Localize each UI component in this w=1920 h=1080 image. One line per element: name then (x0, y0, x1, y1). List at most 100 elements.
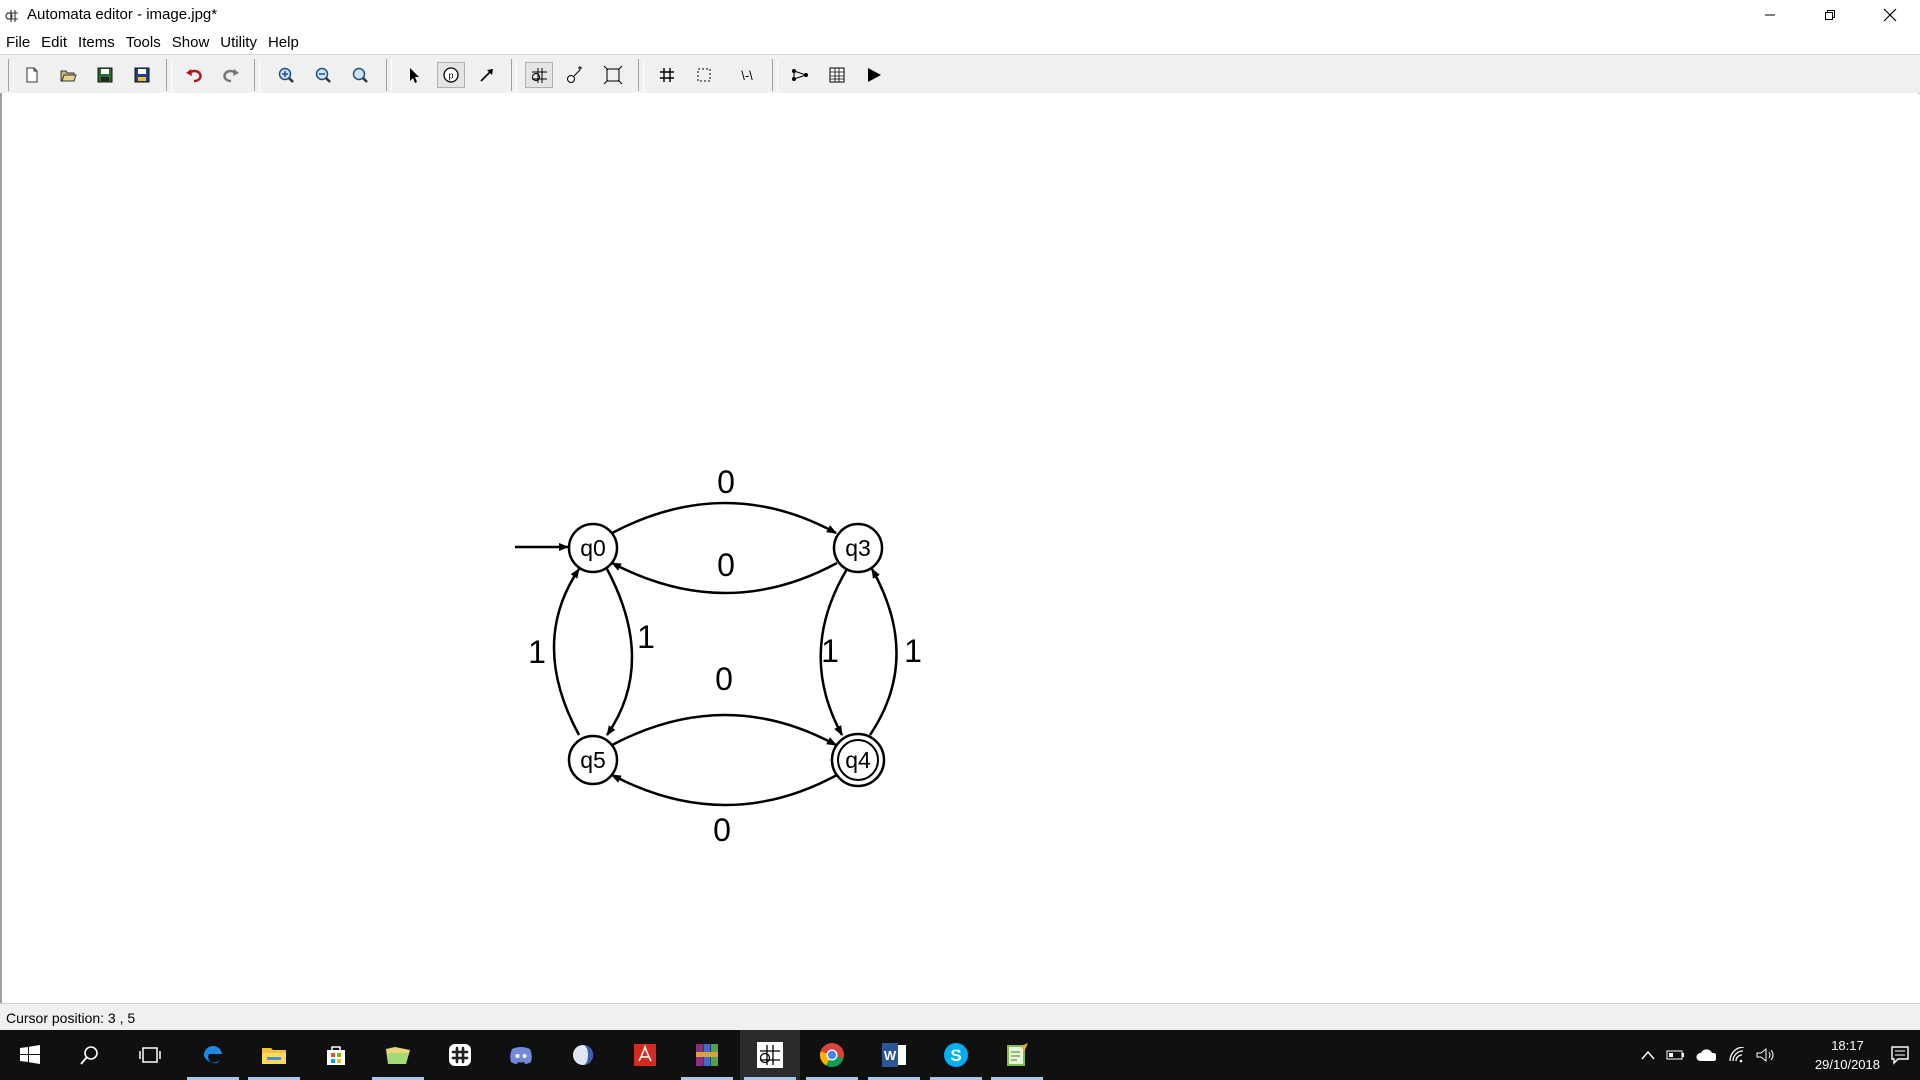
taskbar-store[interactable] (306, 1030, 366, 1080)
transition-q5-q0[interactable] (552, 568, 581, 736)
window-title: Automata editor - image.jpg* (27, 6, 218, 23)
state-connect-button[interactable] (561, 62, 589, 88)
edge-icon (203, 1045, 222, 1064)
automaton-diagram: 0 0 1 1 1 1 0 0 q0 q3 q5 q4 (515, 464, 922, 848)
transition-q4-q3[interactable] (868, 568, 898, 736)
run-icon (868, 68, 881, 82)
taskbar-chrome[interactable] (802, 1030, 862, 1080)
taskbar-acrobat[interactable] (615, 1030, 675, 1080)
svg-text:S: S (950, 1046, 961, 1065)
select-pointer-button[interactable] (400, 62, 428, 88)
save-button[interactable] (91, 62, 119, 88)
new-file-button[interactable] (18, 62, 46, 88)
automaton-icon (532, 68, 547, 83)
taskbar-skype[interactable]: S (926, 1030, 986, 1080)
task-view-icon (139, 1047, 161, 1063)
wifi-icon (1729, 1047, 1745, 1063)
restore-button[interactable] (1800, 0, 1860, 30)
automata-app-icon (5, 10, 18, 22)
layout-button[interactable] (599, 62, 627, 88)
run-button[interactable] (860, 62, 888, 88)
add-state-button[interactable]: p (437, 62, 465, 88)
transition-q0-q5[interactable] (605, 568, 634, 736)
taskbar-folder-app[interactable] (368, 1030, 428, 1080)
taskbar-slack[interactable] (430, 1030, 490, 1080)
transition-q5-q4[interactable] (611, 713, 837, 747)
slack-icon (449, 1044, 471, 1066)
menu-items[interactable]: Items (74, 34, 119, 51)
state-label: q4 (845, 747, 871, 773)
state-q5[interactable]: q5 (567, 734, 619, 786)
zoom-in-icon (278, 67, 294, 83)
winrar-icon (696, 1044, 718, 1066)
wifi-tray-button[interactable] (1728, 1045, 1748, 1065)
undo-button[interactable] (180, 62, 208, 88)
action-center-button[interactable] (1890, 1045, 1910, 1070)
automaton-button[interactable] (525, 62, 553, 88)
taskbar-automata-editor[interactable] (740, 1030, 800, 1080)
taskbar-discord[interactable] (491, 1030, 551, 1080)
zoom-out-button[interactable] (309, 62, 337, 88)
menu-utility[interactable]: Utility (216, 34, 261, 51)
state-label: q3 (845, 535, 871, 561)
transition-q4-q5[interactable] (611, 773, 838, 807)
volume-icon (1756, 1047, 1774, 1063)
file-explorer-icon (262, 1048, 286, 1064)
transition-q0-q3[interactable] (611, 501, 837, 535)
menu-help[interactable]: Help (264, 34, 303, 51)
notification-icon (1891, 1046, 1909, 1065)
open-file-button[interactable] (54, 62, 82, 88)
menu-bar: File Edit Items Tools Show Utility Help (0, 30, 1920, 54)
toolbar: p \-\ (0, 54, 1920, 94)
graph-tool-button[interactable] (786, 62, 814, 88)
layout-icon (603, 65, 623, 85)
taskbar-edge[interactable] (183, 1030, 243, 1080)
system-clock[interactable]: 18:17 29/10/2018 (1815, 1036, 1880, 1074)
start-button[interactable] (0, 1030, 60, 1080)
toolbar-separator (638, 59, 644, 91)
table-button[interactable] (823, 62, 851, 88)
tray-overflow-button[interactable] (1638, 1045, 1658, 1065)
close-button[interactable] (1860, 0, 1920, 30)
drawing-canvas[interactable]: 0 0 1 1 1 1 0 0 q0 q3 q5 q4 (0, 93, 1918, 1003)
menu-show[interactable]: Show (168, 34, 214, 51)
taskbar-winrar[interactable] (677, 1030, 737, 1080)
taskbar-word[interactable]: W (864, 1030, 924, 1080)
automata-editor-icon (757, 1042, 783, 1068)
grid-button[interactable] (653, 62, 681, 88)
battery-tray-button[interactable] (1666, 1045, 1686, 1065)
chrome-icon (820, 1043, 844, 1067)
menu-edit[interactable]: Edit (37, 34, 71, 51)
selection-region-button[interactable] (690, 62, 718, 88)
task-view-button[interactable] (120, 1030, 180, 1080)
taskbar-file-explorer[interactable] (244, 1030, 304, 1080)
search-button[interactable] (60, 1030, 120, 1080)
svg-text:\-\: \-\ (741, 68, 753, 83)
volume-tray-button[interactable] (1756, 1045, 1776, 1065)
onedrive-tray-button[interactable] (1696, 1045, 1716, 1065)
zoom-fit-button[interactable] (346, 62, 374, 88)
clock-date: 29/10/2018 (1814, 1057, 1880, 1072)
minimize-button[interactable] (1740, 0, 1800, 30)
taskbar-app[interactable] (553, 1030, 613, 1080)
title-bar: Automata editor - image.jpg* (0, 0, 1920, 30)
state-q3[interactable]: q3 (832, 522, 884, 574)
toolbar-separator (386, 59, 392, 91)
save-as-icon (134, 67, 150, 83)
add-transition-button[interactable] (473, 62, 501, 88)
save-as-button[interactable] (128, 62, 156, 88)
state-q4-accepting[interactable]: q4 (830, 732, 886, 788)
clock-time: 18:17 (1831, 1038, 1864, 1053)
menu-file[interactable]: File (2, 34, 34, 51)
redo-button[interactable] (217, 62, 245, 88)
discord-icon (510, 1047, 532, 1064)
zoom-in-button[interactable] (272, 62, 300, 88)
minimize-icon (1765, 14, 1775, 16)
taskbar-notepad[interactable] (987, 1030, 1047, 1080)
state-q0[interactable]: q0 (567, 522, 619, 574)
regex-button[interactable]: \-\ (733, 62, 761, 88)
transition-label: 1 (904, 633, 922, 669)
table-icon (829, 67, 845, 83)
transition-label: 1 (528, 634, 546, 670)
menu-tools[interactable]: Tools (122, 34, 165, 51)
